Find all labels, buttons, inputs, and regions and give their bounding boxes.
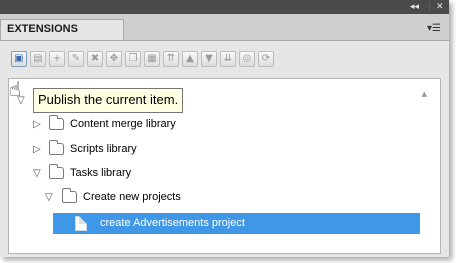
move-bottom-button[interactable]: ⇊ <box>220 51 236 67</box>
save-button[interactable]: ▤ <box>30 51 46 67</box>
edit-button[interactable]: ✎ <box>68 51 84 67</box>
expanded-triangle-icon[interactable]: ▽ <box>33 163 41 184</box>
panel-tab-row: EXTENSIONS ▾☰ <box>0 14 449 41</box>
publish-button[interactable]: ▣ <box>11 51 27 67</box>
move-button[interactable]: ✥ <box>106 51 122 67</box>
paste-button[interactable]: ▦ <box>144 51 160 67</box>
document-icon <box>75 216 87 231</box>
tree-item-label: Scripts library <box>70 143 137 155</box>
folder-icon <box>49 140 64 155</box>
hand-cursor-icon: ☝ <box>9 77 22 101</box>
folder-icon <box>49 115 64 130</box>
tree-item-label: Content merge library <box>70 118 176 130</box>
tree-item-label: Create new projects <box>83 191 181 203</box>
properties-button[interactable]: ◎ <box>239 51 255 67</box>
move-down-button[interactable]: ▼ <box>201 51 217 67</box>
panel-menu-icon[interactable]: ▾☰ <box>427 23 441 34</box>
double-left-arrow-icon[interactable]: ◂◂ <box>410 0 419 14</box>
delete-button[interactable]: ✖ <box>87 51 103 67</box>
tree-item-tasks-library[interactable]: ▽ Tasks library <box>9 163 420 184</box>
tree-item-scripts-library[interactable]: ▷ Scripts library <box>9 139 420 160</box>
tooltip: Publish the current item. <box>33 88 184 113</box>
tree-item-create-advertisements-project[interactable]: create Advertisements project <box>53 213 420 234</box>
tree-item-label: create Advertisements project <box>100 217 245 229</box>
collapsed-triangle-icon[interactable]: ▷ <box>33 139 41 160</box>
copy-button[interactable]: ❐ <box>125 51 141 67</box>
titlebar-divider: | <box>428 2 432 12</box>
expanded-triangle-icon[interactable]: ▽ <box>45 187 53 208</box>
tab-extensions[interactable]: EXTENSIONS <box>0 19 124 40</box>
refresh-button[interactable]: ⟳ <box>258 51 274 67</box>
toolbar: ▣ ▤ + ✎ ✖ ✥ ❐ ▦ ⇈ ▲ ▼ ⇊ ◎ ⟳ <box>0 41 449 77</box>
folder-icon <box>62 188 77 203</box>
panel-titlebar: ◂◂ | ✕ <box>0 0 449 14</box>
folder-icon <box>49 164 64 179</box>
tree-item-label: Tasks library <box>70 167 132 179</box>
tree-item-content-merge-library[interactable]: ▷ Content merge library <box>9 114 420 135</box>
tree-item-create-new-projects[interactable]: ▽ Create new projects <box>9 187 420 208</box>
add-button[interactable]: + <box>49 51 65 67</box>
move-top-button[interactable]: ⇈ <box>163 51 179 67</box>
extensions-panel: ◂◂ | ✕ EXTENSIONS ▾☰ ▣ ▤ + ✎ ✖ ✥ ❐ ▦ ⇈ ▲… <box>0 0 449 257</box>
collapsed-triangle-icon[interactable]: ▷ <box>33 114 41 135</box>
close-icon[interactable]: ✕ <box>436 0 444 14</box>
scroll-up-icon[interactable]: ▲ <box>422 90 427 98</box>
move-up-button[interactable]: ▲ <box>182 51 198 67</box>
